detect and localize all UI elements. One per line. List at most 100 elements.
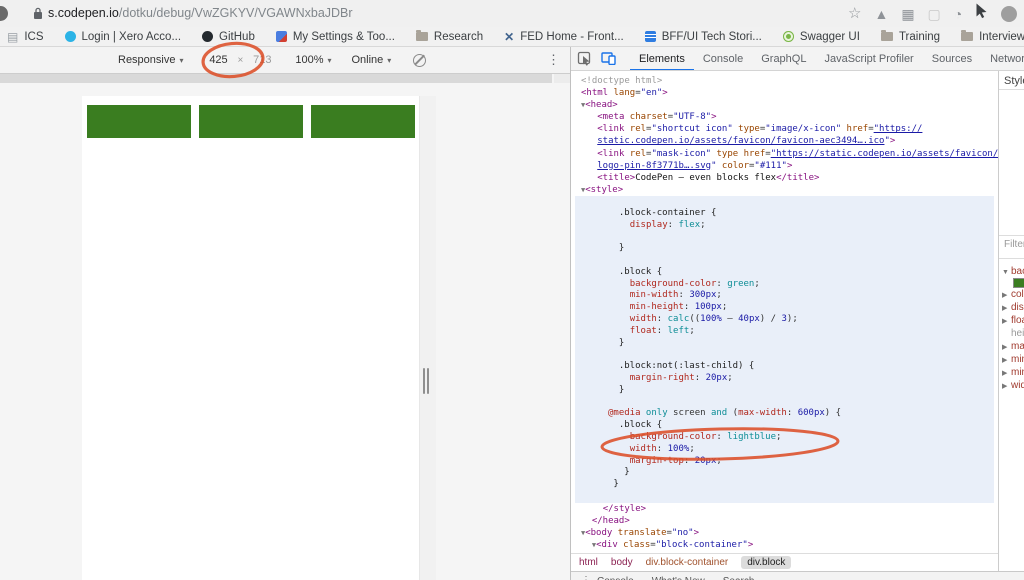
bookmark-item[interactable]: Swagger UI [783,31,860,43]
avatar-icon[interactable] [1001,6,1017,22]
chevron-right-icon[interactable]: ▶ [1002,380,1011,393]
computed-filter-input[interactable]: Filter [1004,239,1024,250]
breadcrumb-div-block[interactable]: div.block [741,556,791,569]
folder-icon [881,32,893,41]
bookmark-label: BFF/UI Tech Stori... [662,31,762,43]
code-line: </style> [581,503,994,515]
timer-icon[interactable]: ◔ [954,7,962,21]
code-line: .block-container { [608,208,994,220]
code-line: .block { [608,267,994,279]
code-line: <html lang="en"> [581,87,994,99]
cursor-icon[interactable] [975,3,988,24]
bookmark-label: Research [434,31,483,43]
bookmark-item[interactable]: ▤ ICS [7,31,44,43]
bookmark-item[interactable]: Login | Xero Acco... [65,31,182,43]
sidebar-divider [999,258,1024,259]
code-line: logo-pin-8f3771b….svg" color="#111"> [581,160,994,172]
breadcrumb-div-block-container[interactable]: div.block-container [646,557,729,568]
bookmark-label: My Settings & Too... [293,31,395,43]
code-line: background-color: lightblue; [608,432,994,444]
code-line [608,349,994,361]
bookmark-label: FED Home - Front... [520,31,624,43]
no-throttling-icon[interactable] [413,54,426,67]
elements-panel: <!doctype html><html lang="en">▼<head> <… [571,71,1024,580]
code-line: static.codepen.io/assets/favicon/favicon… [581,135,994,147]
bookmark-item[interactable]: Training [881,31,940,43]
bff-icon [645,31,656,42]
code-line: <meta charset="UTF-8"> [581,111,994,123]
throttling-dropdown[interactable]: Online [352,54,392,66]
bookmark-item[interactable]: ✕FED Home - Front... [504,31,624,43]
computed-property-row[interactable]: ▼background-color [1002,265,1024,278]
device-width-input[interactable] [204,54,234,66]
dimension-separator: × [238,55,244,66]
drawer-tab-console[interactable]: Console [597,576,634,580]
devtools-tab-javascript-profiler[interactable]: JavaScript Profiler [815,47,922,71]
device-type-label: Responsive [118,54,175,66]
devtools-tab-network[interactable]: Network [981,47,1024,71]
devtools-tab-graphql[interactable]: GraphQL [752,47,815,71]
device-height-input[interactable] [247,54,277,66]
lock-icon[interactable] [33,7,43,25]
computed-property-row[interactable]: ▶display [1002,301,1024,314]
bookmark-label: ICS [24,31,43,43]
inspect-element-icon[interactable] [577,51,592,66]
grid-icon: ▤ [7,31,18,43]
code-line: min-height: 100px; [608,302,994,314]
rendered-page-viewport[interactable] [82,96,419,580]
drive-icon[interactable]: ▲ [874,7,888,21]
dom-tree-head[interactable]: <!doctype html><html lang="en">▼<head> <… [581,75,994,196]
folder-icon [416,32,428,41]
code-line: } [608,385,994,397]
computed-property-row[interactable]: ▶min-width [1002,366,1024,379]
devtools-panel: ElementsConsoleGraphQLJavaScript Profile… [570,47,1024,580]
computed-property-name: width [1011,380,1024,391]
device-type-dropdown[interactable]: Responsive [118,54,184,66]
zoom-dropdown[interactable]: 100% [295,54,331,66]
dom-tree-body[interactable]: </style> </head>▼<body translate="no"> ▼… [581,503,994,551]
device-toolbar-toggle-icon[interactable] [601,52,616,65]
drawer-tab-search[interactable]: Search [723,576,755,580]
computed-property-row[interactable]: ▶width [1002,379,1024,392]
devtools-tab-sources[interactable]: Sources [923,47,981,71]
bookmark-item[interactable]: GitHub [202,31,255,43]
code-line: ▼<div class="block-container"> [581,539,994,551]
sidebar-tab-styles[interactable]: Styles [999,71,1024,90]
devtools-tab-console[interactable]: Console [694,47,752,71]
breadcrumb-html[interactable]: html [579,557,598,568]
drawer-tab-what-s-new[interactable]: What's New [652,576,705,580]
bookmark-item[interactable]: Research [416,31,483,43]
viewport-resize-handle[interactable] [423,368,425,394]
url-path: /dotku/debug/VwZGKYV/VGAWNxbaJDBr [119,6,353,20]
bookmark-item[interactable]: My Settings & Too... [276,31,395,43]
network-label: Online [352,54,384,66]
bookmark-item[interactable]: BFF/UI Tech Stori... [645,31,762,43]
code-line: margin-right: 20px; [608,373,994,385]
bookmark-item[interactable]: Interview [961,31,1024,43]
style-tag-content[interactable]: .block-container { display: flex; } .blo… [575,196,994,503]
computed-property-row[interactable]: height [1002,327,1024,340]
computed-property-row[interactable]: ▶min-height [1002,353,1024,366]
devtools-tab-elements[interactable]: Elements [630,47,694,71]
breadcrumb-body[interactable]: body [611,557,633,568]
device-toolbar-menu-icon[interactable] [547,52,560,68]
code-line: } [608,479,994,491]
computed-property-row[interactable]: ▶color [1002,288,1024,301]
star-icon[interactable]: ☆ [848,6,861,21]
green-block [87,105,191,138]
devtools-toolbar: ElementsConsoleGraphQLJavaScript Profile… [571,47,1024,71]
code-line: .block { [608,420,994,432]
computed-property-row[interactable]: ▶float [1002,314,1024,327]
bookmark-label: Training [899,31,940,43]
devtools-drawer: Console What's New Search [571,571,1024,580]
green-block [199,105,303,138]
bookmark-label: Login | Xero Acco... [82,31,182,43]
code-line: ▼<body translate="no"> [581,527,994,539]
sidebar-divider [999,235,1024,236]
extension-dim-icon[interactable]: ▢ [928,7,941,21]
extensions-icon[interactable]: ▦ [901,7,914,21]
computed-property-row[interactable]: ▶margin [1002,340,1024,353]
xero-icon [65,31,76,42]
address-bar[interactable]: s.codepen.io/dotku/debug/VwZGKYV/VGAWNxb… [48,6,353,20]
color-swatch-row [1002,278,1024,288]
